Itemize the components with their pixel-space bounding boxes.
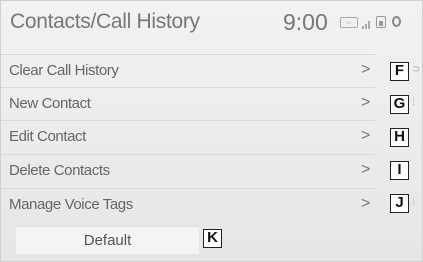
signal-bars-icon bbox=[362, 21, 372, 29]
callout-label: G bbox=[390, 95, 409, 114]
default-button[interactable]: Default bbox=[16, 226, 199, 254]
scroll-edge-icon: ⁞ bbox=[412, 197, 415, 208]
menu-item-label: Manage Voice Tags bbox=[9, 196, 133, 213]
callout-label: K bbox=[203, 229, 222, 248]
callout-label: J bbox=[390, 194, 409, 213]
menu-item-delete-contacts[interactable]: Delete Contacts > bbox=[0, 154, 375, 186]
settings-screen: Contacts/Call History 9:00 ▭ Clear Call … bbox=[0, 0, 423, 262]
menu-item-label: New Contact bbox=[9, 95, 91, 112]
chevron-right-icon: > bbox=[361, 195, 371, 212]
default-button-label: Default bbox=[83, 232, 132, 249]
header-bar: Contacts/Call History 9:00 ▭ bbox=[0, 0, 423, 46]
callout-label: I bbox=[390, 161, 409, 180]
callout-label: H bbox=[390, 128, 409, 147]
scroll-edge-icon: ⁞ bbox=[412, 97, 415, 108]
ring-icon bbox=[392, 16, 401, 27]
menu-item-new-contact[interactable]: New Contact > bbox=[0, 87, 375, 119]
callout-label: F bbox=[390, 62, 409, 81]
clock: 9:00 bbox=[283, 9, 328, 35]
scroll-edge-icon: ⊃ bbox=[412, 64, 421, 75]
menu-item-clear-call-history[interactable]: Clear Call History > bbox=[0, 54, 375, 86]
status-icons: ▭ bbox=[340, 15, 423, 31]
phone-battery-icon bbox=[376, 16, 386, 28]
menu-item-manage-voice-tags[interactable]: Manage Voice Tags > bbox=[0, 188, 375, 220]
menu-item-edit-contact[interactable]: Edit Contact > bbox=[0, 120, 375, 152]
chevron-right-icon: > bbox=[361, 161, 371, 178]
chevron-right-icon: > bbox=[361, 127, 371, 144]
menu-item-label: Edit Contact bbox=[9, 128, 86, 145]
chevron-right-icon: > bbox=[361, 94, 371, 111]
bluetooth-badge-icon: ▭ bbox=[340, 17, 358, 28]
chevron-right-icon: > bbox=[361, 61, 371, 78]
page-title: Contacts/Call History bbox=[10, 10, 200, 33]
menu-item-label: Delete Contacts bbox=[9, 162, 110, 179]
menu-item-label: Clear Call History bbox=[9, 62, 119, 79]
